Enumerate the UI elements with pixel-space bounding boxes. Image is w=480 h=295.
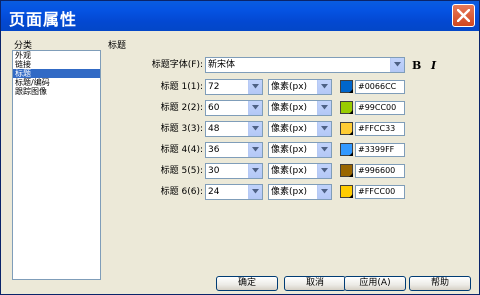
heading-1-size-select[interactable]: 72 xyxy=(205,79,263,95)
heading-1-label: 标题 1(1): xyxy=(160,82,203,92)
category-item-headings[interactable]: 标题 xyxy=(13,69,100,78)
heading-5-unit-select[interactable]: 像素(px) xyxy=(268,163,332,179)
heading-3-color-swatch[interactable] xyxy=(340,122,353,135)
dropdown-arrow-icon xyxy=(317,122,331,136)
dropdown-arrow-icon xyxy=(248,80,262,94)
heading-6-unit-value: 像素(px) xyxy=(271,187,308,197)
help-button[interactable]: 帮助 xyxy=(409,276,471,291)
heading-1-color-hex[interactable]: #0066CC xyxy=(355,80,405,94)
ok-button[interactable]: 确定 xyxy=(216,276,278,291)
heading-font-select[interactable]: 新宋体 xyxy=(205,57,405,73)
heading-3-size-value: 48 xyxy=(208,124,220,134)
heading-2-color-swatch[interactable] xyxy=(340,101,353,114)
heading-4-unit-select[interactable]: 像素(px) xyxy=(268,142,332,158)
heading-2-label: 标题 2(2): xyxy=(160,103,203,113)
dropdown-arrow-icon xyxy=(390,58,404,72)
heading-3-color-hex[interactable]: #FFCC33 xyxy=(355,122,405,136)
section-label: 标题 xyxy=(108,41,127,51)
dropdown-arrow-icon xyxy=(248,143,262,157)
heading-5-color-swatch[interactable] xyxy=(340,164,353,177)
heading-6-color-swatch[interactable] xyxy=(340,185,353,198)
heading-2-size-value: 60 xyxy=(208,103,220,113)
heading-font-value: 新宋体 xyxy=(208,60,236,70)
heading-2-color-hex[interactable]: #99CC00 xyxy=(355,101,405,115)
heading-5-color-hex[interactable]: #996600 xyxy=(355,164,405,178)
apply-button[interactable]: 应用(A) xyxy=(344,276,406,291)
heading-4-color-swatch[interactable] xyxy=(340,143,353,156)
heading-6-color-hex[interactable]: #FFCC00 xyxy=(355,185,405,199)
category-item-tracing-image[interactable]: 跟踪图像 xyxy=(13,87,100,96)
page-properties-dialog: 页面属性 分类 标题 外观 链接 标题 标题/编码 跟踪图像 标题字体(F): … xyxy=(0,0,480,295)
close-icon xyxy=(457,9,470,22)
heading-5-size-value: 30 xyxy=(208,166,220,176)
dropdown-arrow-icon xyxy=(317,164,331,178)
category-item-links[interactable]: 链接 xyxy=(13,60,100,69)
heading-6-size-value: 24 xyxy=(208,187,220,197)
heading-5-label: 标题 5(5): xyxy=(160,166,203,176)
heading-4-size-value: 36 xyxy=(208,145,220,155)
heading-5-unit-value: 像素(px) xyxy=(271,166,308,176)
heading-4-size-select[interactable]: 36 xyxy=(205,142,263,158)
category-item-appearance[interactable]: 外观 xyxy=(13,51,100,60)
heading-5-size-select[interactable]: 30 xyxy=(205,163,263,179)
dropdown-arrow-icon xyxy=(248,101,262,115)
dropdown-arrow-icon xyxy=(248,164,262,178)
dropdown-arrow-icon xyxy=(317,101,331,115)
bold-button[interactable]: B xyxy=(412,59,421,72)
dropdown-arrow-icon xyxy=(248,122,262,136)
category-item-title-encoding[interactable]: 标题/编码 xyxy=(13,78,100,87)
heading-6-unit-select[interactable]: 像素(px) xyxy=(268,184,332,200)
heading-3-unit-select[interactable]: 像素(px) xyxy=(268,121,332,137)
italic-button[interactable]: I xyxy=(431,59,436,72)
heading-font-label: 标题字体(F): xyxy=(151,60,203,70)
heading-4-unit-value: 像素(px) xyxy=(271,145,308,155)
heading-3-size-select[interactable]: 48 xyxy=(205,121,263,137)
dialog-title: 页面属性 xyxy=(9,10,78,29)
heading-6-size-select[interactable]: 24 xyxy=(205,184,263,200)
cancel-button[interactable]: 取消 xyxy=(284,276,346,291)
dropdown-arrow-icon xyxy=(317,80,331,94)
heading-3-label: 标题 3(3): xyxy=(160,124,203,134)
heading-6-label: 标题 6(6): xyxy=(160,187,203,197)
dropdown-arrow-icon xyxy=(248,185,262,199)
heading-1-unit-value: 像素(px) xyxy=(271,82,308,92)
heading-1-size-value: 72 xyxy=(208,82,220,92)
dropdown-arrow-icon xyxy=(317,185,331,199)
heading-2-unit-value: 像素(px) xyxy=(271,103,308,113)
heading-1-color-swatch[interactable] xyxy=(340,80,353,93)
heading-2-unit-select[interactable]: 像素(px) xyxy=(268,100,332,116)
category-list[interactable]: 外观 链接 标题 标题/编码 跟踪图像 xyxy=(12,50,101,280)
dropdown-arrow-icon xyxy=(317,143,331,157)
heading-2-size-select[interactable]: 60 xyxy=(205,100,263,116)
title-bar[interactable]: 页面属性 xyxy=(1,1,479,31)
heading-1-unit-select[interactable]: 像素(px) xyxy=(268,79,332,95)
heading-4-label: 标题 4(4): xyxy=(160,145,203,155)
heading-3-unit-value: 像素(px) xyxy=(271,124,308,134)
close-button[interactable] xyxy=(452,4,475,27)
heading-4-color-hex[interactable]: #3399FF xyxy=(355,143,405,157)
